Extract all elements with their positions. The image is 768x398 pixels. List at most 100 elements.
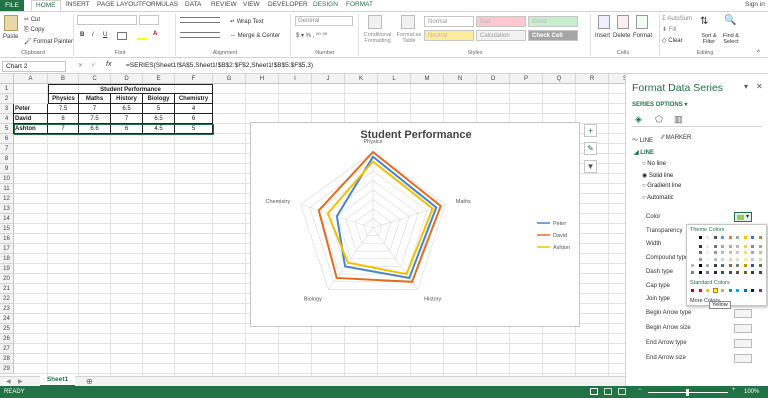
format-painter-button[interactable]: 🖌 Format Painter [24, 38, 73, 45]
theme-color-swatch[interactable] [705, 250, 710, 255]
tab-marker[interactable]: ⁄⁄ MARKER [662, 135, 691, 141]
column-header[interactable]: I [279, 74, 312, 84]
row-header[interactable]: 23 [0, 304, 14, 314]
theme-color-swatch[interactable] [735, 235, 740, 240]
font-size-box[interactable] [139, 15, 159, 25]
paste-icon[interactable] [4, 15, 18, 31]
row-header[interactable]: 21 [0, 284, 14, 294]
color-picker-button[interactable]: ▾ [734, 212, 752, 222]
theme-color-swatch[interactable] [720, 269, 725, 275]
copy-button[interactable]: ⎘ Copy [24, 27, 45, 34]
row-header[interactable]: 6 [0, 134, 14, 144]
next-sheet-icon[interactable]: ▶ [18, 378, 23, 385]
standard-color-swatch[interactable] [750, 288, 755, 293]
theme-color-swatch[interactable] [727, 269, 733, 275]
theme-color-swatch[interactable] [757, 250, 763, 255]
paste-button[interactable]: Paste [3, 34, 18, 40]
theme-color-swatch[interactable] [750, 243, 755, 249]
borders-icon[interactable] [117, 32, 127, 40]
data-cell[interactable]: 7 [111, 114, 143, 124]
column-header[interactable]: D [111, 74, 143, 84]
data-cell[interactable]: 6.5 [143, 114, 175, 124]
row-header[interactable]: 8 [0, 154, 14, 164]
theme-color-swatch[interactable] [697, 235, 703, 240]
standard-color-swatch[interactable] [705, 288, 710, 293]
row-header[interactable]: 29 [0, 364, 14, 374]
align-top-icon[interactable] [180, 17, 220, 23]
add-sheet-icon[interactable]: ⊕ [86, 377, 93, 386]
end-arrow-type-dropdown[interactable] [734, 339, 752, 348]
column-header-cell[interactable]: Physics [48, 94, 79, 104]
column-header[interactable]: C [79, 74, 111, 84]
find-select-button[interactable]: Find & Select [720, 33, 742, 45]
column-header-cell[interactable]: Chemistry [175, 94, 213, 104]
style-good[interactable]: Good [528, 16, 578, 27]
theme-color-swatch[interactable] [727, 263, 733, 268]
zoom-level[interactable]: 100% [744, 389, 759, 395]
theme-color-swatch[interactable] [735, 269, 740, 275]
align-center-icon[interactable] [180, 32, 220, 38]
table-title-cell[interactable]: Student Performance [48, 84, 213, 94]
theme-color-swatch[interactable] [697, 250, 703, 255]
column-header-cell[interactable]: Biology [143, 94, 175, 104]
theme-color-swatch[interactable] [705, 263, 710, 268]
row-header[interactable]: 25 [0, 324, 14, 334]
no-line-radio[interactable]: ○ No line [642, 161, 666, 167]
tab-file[interactable]: FILE [0, 0, 24, 11]
row-header[interactable]: 22 [0, 294, 14, 304]
row-header[interactable]: 20 [0, 274, 14, 284]
theme-color-swatch[interactable] [705, 235, 710, 240]
tab-review[interactable]: REVIEW [211, 1, 237, 8]
radar-chart[interactable]: Student Performance Physics Maths History B… [250, 122, 580, 327]
column-header[interactable]: G [213, 74, 246, 84]
row-header[interactable]: 2 [0, 94, 14, 104]
column-header[interactable]: O [477, 74, 510, 84]
column-header[interactable]: P [510, 74, 543, 84]
theme-color-swatch[interactable] [690, 243, 695, 249]
theme-color-swatch[interactable] [705, 269, 710, 275]
number-format-select[interactable]: General [295, 16, 353, 26]
zoom-out-icon[interactable]: − [638, 387, 642, 393]
data-cell[interactable]: 4 [175, 104, 213, 114]
theme-color-swatch[interactable] [712, 269, 718, 275]
column-header[interactable]: B [48, 74, 79, 84]
theme-color-swatch[interactable] [705, 243, 710, 249]
prev-sheet-icon[interactable]: ◀ [6, 378, 11, 385]
gradient-line-radio[interactable]: ○ Gradient line [642, 183, 681, 189]
chart-filters-button[interactable]: ▼ [584, 160, 597, 173]
tab-home[interactable]: HOME [31, 0, 61, 11]
row-header[interactable]: 10 [0, 174, 14, 184]
column-header[interactable]: J [312, 74, 345, 84]
cut-button[interactable]: ✂ Cut [24, 16, 40, 23]
formula-input[interactable]: =SERIES(Sheet1!$A$5,Sheet1!$B$2:$F$2,She… [123, 61, 763, 72]
insert-cells-button[interactable]: Insert [595, 33, 610, 39]
theme-color-swatch[interactable] [742, 243, 748, 249]
theme-color-swatch[interactable] [690, 269, 695, 275]
standard-color-swatch[interactable] [757, 288, 763, 293]
standard-color-swatch[interactable] [712, 288, 718, 293]
chart-elements-button[interactable]: + [584, 124, 597, 137]
theme-color-swatch[interactable] [750, 235, 755, 240]
row-header[interactable]: 27 [0, 344, 14, 354]
standard-color-swatch[interactable] [690, 288, 695, 293]
theme-color-swatch[interactable] [690, 256, 695, 262]
tab-format[interactable]: FORMAT [346, 1, 373, 8]
theme-color-swatch[interactable] [757, 263, 763, 268]
theme-color-swatch[interactable] [727, 243, 733, 249]
select-all-corner[interactable] [0, 74, 14, 84]
theme-color-swatch[interactable] [712, 250, 718, 255]
theme-color-swatch[interactable] [690, 263, 695, 268]
delete-cells-button[interactable]: Delete [613, 33, 630, 39]
theme-color-swatch[interactable] [742, 235, 748, 240]
currency-icon[interactable]: $ ▾ % , ⁰⁰ ⁰⁰ [296, 32, 327, 39]
column-header[interactable]: E [143, 74, 175, 84]
merge-center-button[interactable]: ⇔ Merge & Center [230, 33, 280, 39]
theme-color-swatch[interactable] [742, 250, 748, 255]
row-header[interactable]: 17 [0, 244, 14, 254]
legend-label[interactable]: Ashton [553, 245, 570, 251]
tab-view[interactable]: VIEW [243, 1, 260, 8]
row-header[interactable]: 19 [0, 264, 14, 274]
theme-color-swatch[interactable] [735, 263, 740, 268]
cancel-icon[interactable]: ✕ [78, 62, 83, 69]
zoom-slider-thumb[interactable] [686, 389, 689, 396]
